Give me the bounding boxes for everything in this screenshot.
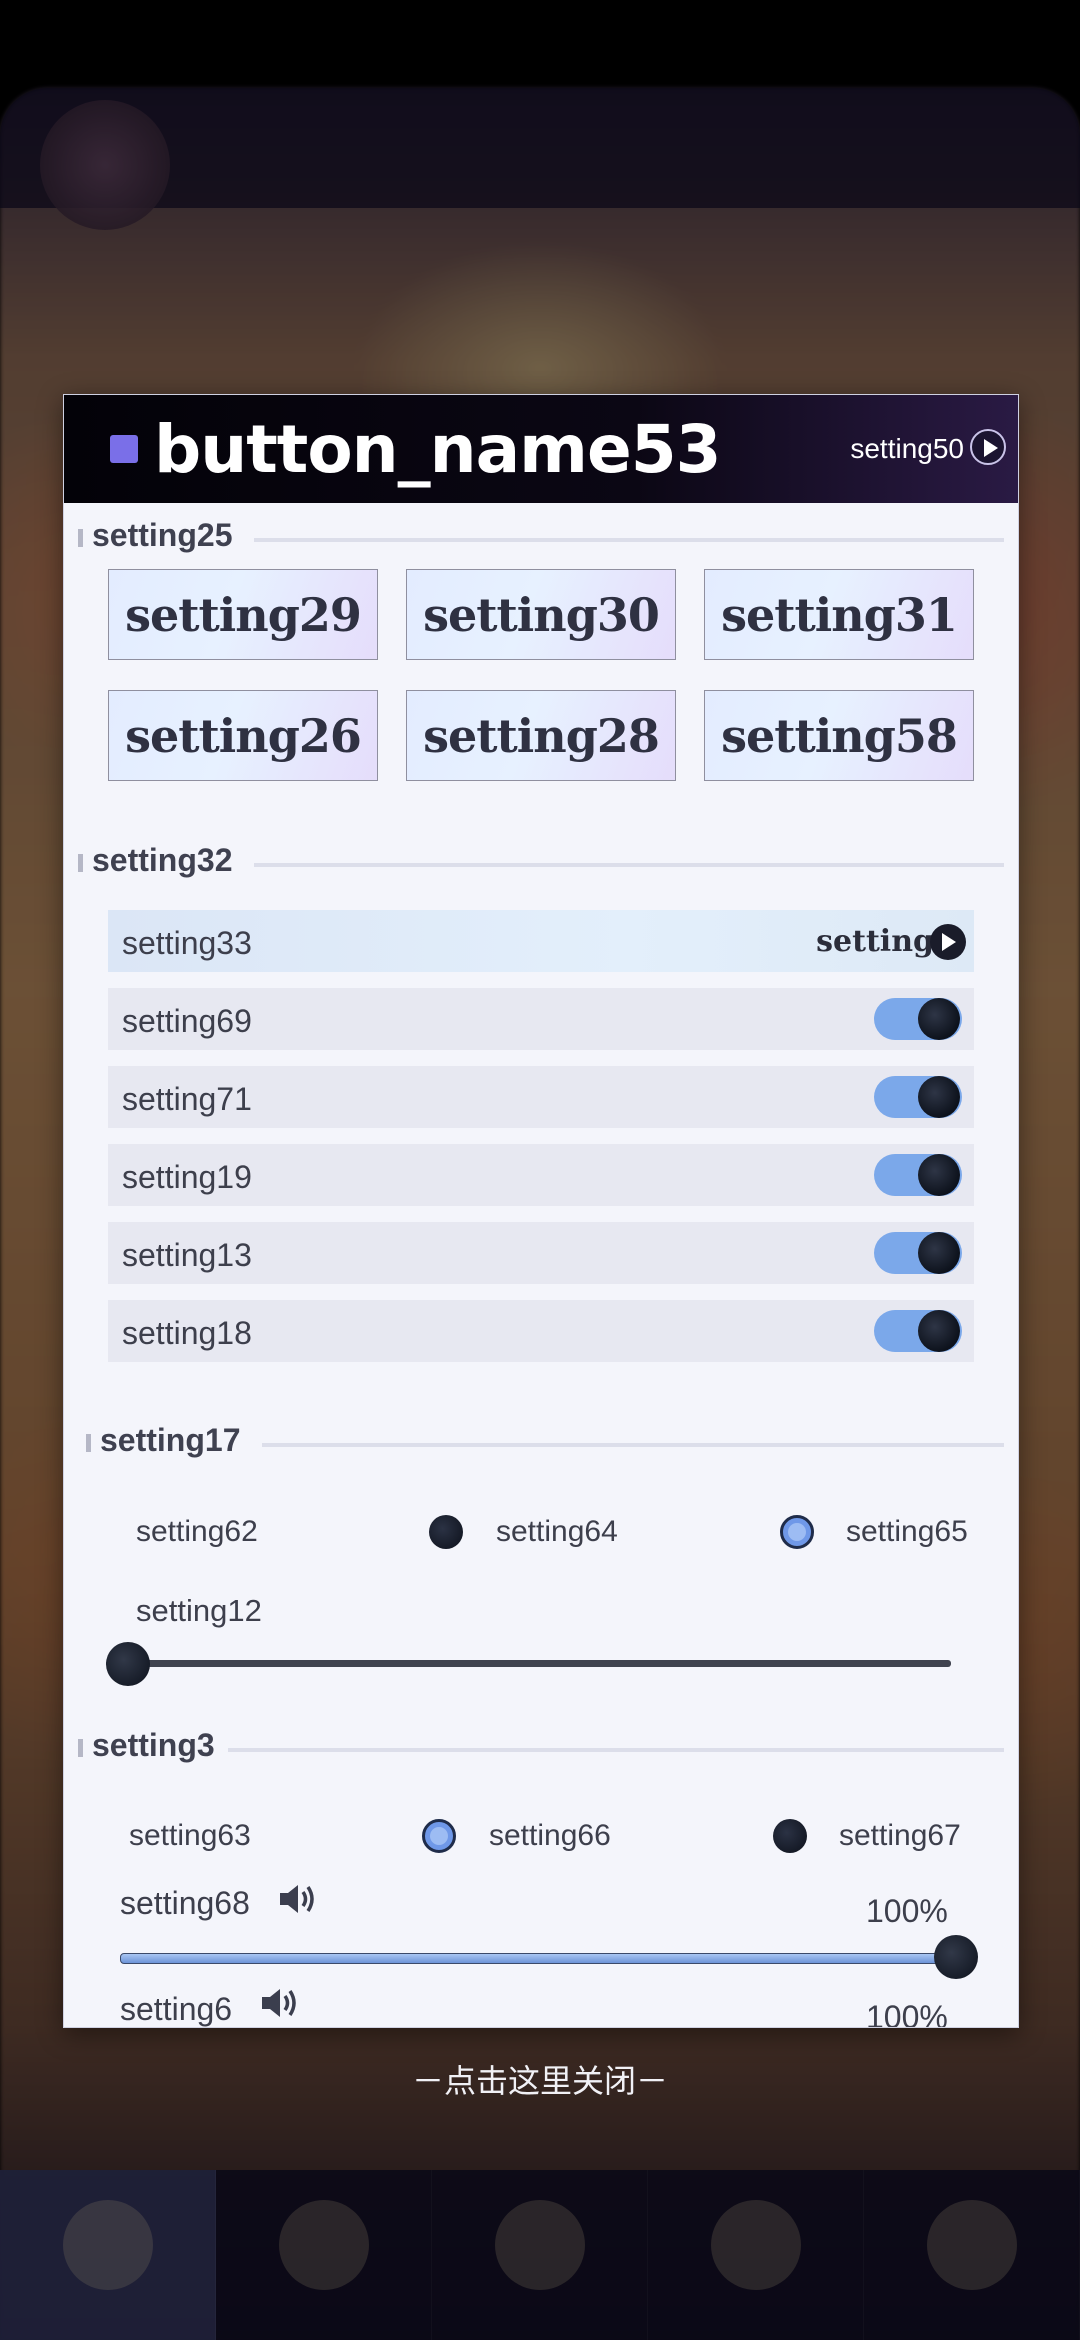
list-item[interactable]: setting33 setting <box>108 910 974 972</box>
section-header: setting32 <box>78 842 1004 882</box>
section-header: setting17 <box>86 1422 1004 1462</box>
slider-knob[interactable] <box>106 1642 150 1686</box>
radio-button[interactable] <box>773 1819 807 1853</box>
list-item: setting71 <box>108 1066 974 1128</box>
radio-group-label: setting62 <box>136 1515 258 1548</box>
volume-label: setting6 <box>120 1991 233 2027</box>
list-item-label: setting69 <box>122 1003 252 1039</box>
section-marker <box>78 529 83 547</box>
section-divider <box>254 863 1004 867</box>
section-title: setting17 <box>100 1422 241 1458</box>
speaker-icon[interactable] <box>258 1985 302 2021</box>
section-marker <box>86 1434 91 1452</box>
radio-option-label[interactable]: setting67 <box>839 1819 961 1853</box>
section-header: setting3 <box>78 1727 1004 1767</box>
radio-option-label[interactable]: setting64 <box>496 1515 618 1549</box>
radio-button-selected[interactable] <box>780 1515 814 1549</box>
toggle-knob <box>918 1232 960 1274</box>
speaker-icon[interactable] <box>276 1881 320 1917</box>
toggle-switch[interactable] <box>874 1154 962 1196</box>
header-link-label[interactable]: setting50 <box>850 433 964 465</box>
volume-percent: 100% <box>866 1999 948 2028</box>
list-item-label: setting33 <box>122 925 252 961</box>
toggle-switch[interactable] <box>874 1232 962 1274</box>
slider-track[interactable] <box>106 1660 951 1667</box>
slider-label: setting12 <box>136 1593 262 1628</box>
toggle-switch[interactable] <box>874 1310 962 1352</box>
section-title: setting25 <box>92 517 233 553</box>
toggle-switch[interactable] <box>874 1076 962 1118</box>
volume-label: setting68 <box>120 1885 250 1921</box>
section-divider <box>262 1443 1004 1447</box>
option-button[interactable]: setting26 <box>108 690 378 781</box>
volume-slider-track[interactable] <box>120 1953 950 1964</box>
toggle-knob <box>918 1154 960 1196</box>
option-button[interactable]: setting29 <box>108 569 378 660</box>
play-arrow-icon[interactable] <box>930 924 966 960</box>
section-header: setting25 <box>78 517 1004 557</box>
volume-slider-knob[interactable] <box>934 1935 978 1979</box>
dialog-header: button_name53 setting50 <box>64 395 1018 503</box>
section-divider <box>254 538 1004 542</box>
list-item-label: setting18 <box>122 1315 252 1351</box>
list-item-label: setting19 <box>122 1159 252 1195</box>
link-label[interactable]: setting <box>816 924 934 959</box>
play-arrow-icon[interactable] <box>970 429 1006 465</box>
option-button[interactable]: setting30 <box>406 569 676 660</box>
section-title: setting3 <box>92 1727 215 1763</box>
radio-group-label: setting63 <box>129 1819 251 1852</box>
close-hint[interactable]: －点击这里关闭－ <box>0 2056 1080 2102</box>
section-marker <box>78 1739 83 1757</box>
list-item-label: setting71 <box>122 1081 252 1117</box>
dialog-title: button_name53 <box>154 411 722 488</box>
section-divider <box>228 1748 1004 1752</box>
radio-option-label[interactable]: setting65 <box>846 1515 968 1549</box>
toggle-switch[interactable] <box>874 998 962 1040</box>
section-title: setting32 <box>92 842 233 878</box>
list-item: setting13 <box>108 1222 974 1284</box>
radio-option-label[interactable]: setting66 <box>489 1819 611 1853</box>
list-item: setting19 <box>108 1144 974 1206</box>
option-button[interactable]: setting31 <box>704 569 974 660</box>
section-marker <box>78 854 83 872</box>
list-item-label: setting13 <box>122 1237 252 1273</box>
toggle-knob <box>918 1076 960 1118</box>
option-button[interactable]: setting58 <box>704 690 974 781</box>
toggle-knob <box>918 1310 960 1352</box>
option-button[interactable]: setting28 <box>406 690 676 781</box>
toggle-knob <box>918 998 960 1040</box>
settings-dialog: button_name53 setting50 setting25 settin… <box>63 394 1019 2028</box>
radio-button[interactable] <box>429 1515 463 1549</box>
title-marker-icon <box>110 435 138 463</box>
list-item: setting18 <box>108 1300 974 1362</box>
volume-percent: 100% <box>866 1893 948 1929</box>
radio-button-selected[interactable] <box>422 1819 456 1853</box>
list-item: setting69 <box>108 988 974 1050</box>
